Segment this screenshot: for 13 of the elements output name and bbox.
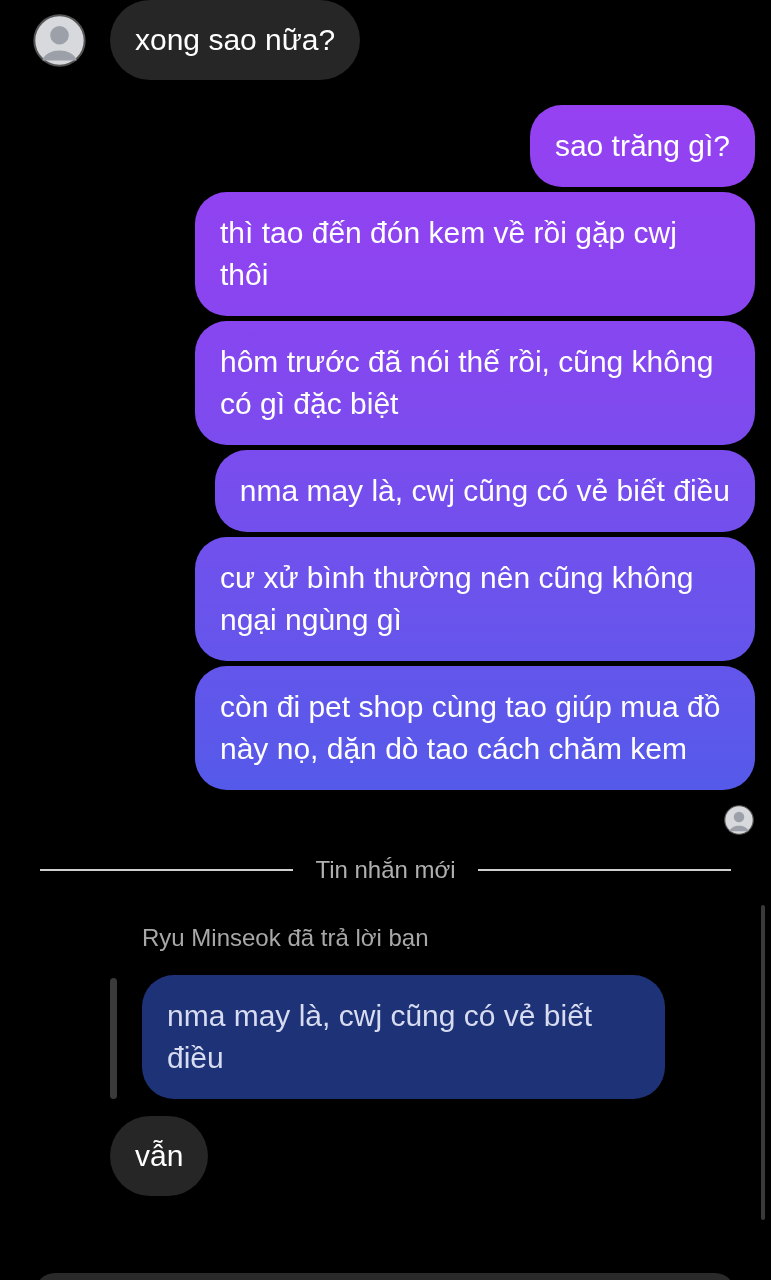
reply-label: Ryu Minseok đã trả lời bạn — [142, 923, 430, 953]
message-bubble: nma may là, cwj cũng có vẻ biết điều — [214, 450, 755, 532]
quoted-message-bubble[interactable]: nma may là, cwj cũng có vẻ biết điều — [142, 975, 665, 1099]
divider-label: Tin nhắn mới — [315, 855, 456, 885]
message-bubble: hôm trước đã nói thế rồi, cũng không có gì đặc biệt — [195, 321, 755, 445]
seen-avatar-icon — [724, 805, 754, 835]
avatar-icon[interactable] — [33, 13, 86, 67]
message-bubble: sao trăng gì? — [529, 105, 755, 187]
message-bubble: cư xử bình thường nên cũng không ngại ngùng gì — [195, 537, 755, 661]
message-bubble: vẫn — [110, 1116, 209, 1196]
message-bubble: xong sao nữa? — [110, 0, 361, 80]
message-bubble: thì tao đến đón kem về rồi gặp cwj thôi — [195, 192, 755, 316]
message-bubble: còn đi pet shop cùng tao giúp mua đồ này nọ, dặn dò tao cách chăm kem — [195, 666, 755, 790]
